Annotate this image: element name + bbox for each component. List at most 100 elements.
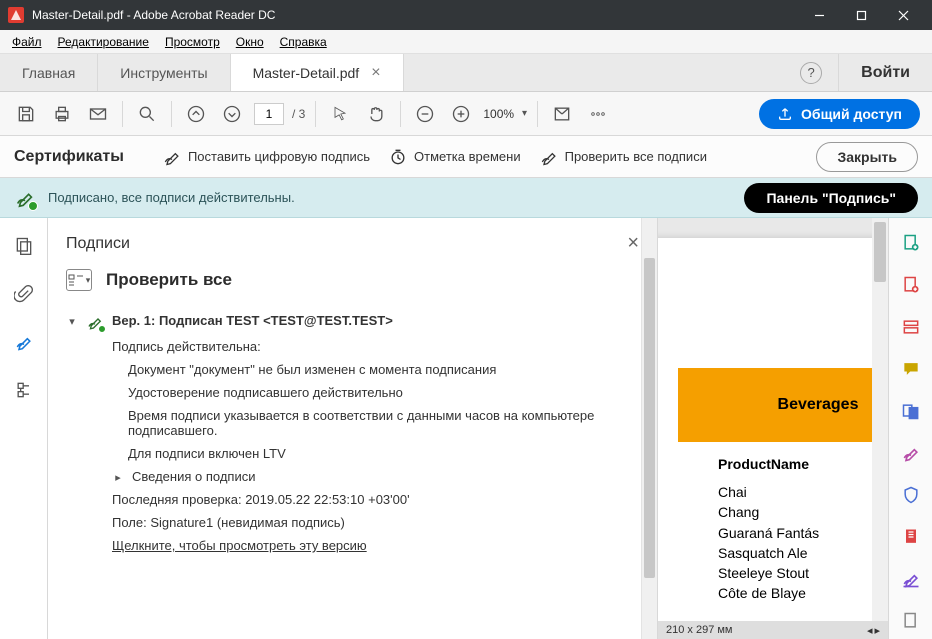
more-tools-icon[interactable] <box>900 610 922 632</box>
minimize-button[interactable] <box>798 0 840 30</box>
email-icon[interactable] <box>84 100 112 128</box>
view-mode-icon[interactable] <box>548 100 576 128</box>
right-tools-rail <box>888 218 932 639</box>
certificates-bar: Сертификаты Поставить цифровую подпись О… <box>0 136 932 178</box>
page-size-label: 210 x 297 мм <box>666 624 733 636</box>
compress-icon[interactable] <box>900 526 922 548</box>
tab-document[interactable]: Master-Detail.pdf × <box>231 54 404 91</box>
list-item: Sasquatch Ale <box>718 543 888 563</box>
comment-icon[interactable] <box>900 358 922 380</box>
category-header: Beverages <box>678 368 888 442</box>
zoom-level[interactable]: 100% <box>483 107 514 121</box>
certificates-title: Сертификаты <box>14 148 124 166</box>
create-pdf-icon[interactable] <box>900 232 922 254</box>
more-icon[interactable] <box>584 100 612 128</box>
signature-status-bar: Подписано, все подписи действительны. Па… <box>0 178 932 218</box>
verify-all-button[interactable]: Проверить все подписи <box>539 147 707 167</box>
scroll-left-icon[interactable]: ◂ <box>867 624 873 637</box>
zoom-out-icon[interactable] <box>411 100 439 128</box>
signatures-panel: Подписи × ▾ Проверить все ▾ Вер. 1: Подп… <box>48 218 658 639</box>
list-item: Steeleye Stout <box>718 563 888 583</box>
list-item: Chang <box>718 502 888 522</box>
maximize-button[interactable] <box>840 0 882 30</box>
signature-tree: ▾ Вер. 1: Подписан TEST <TEST@TEST.TEST>… <box>48 309 657 639</box>
share-button[interactable]: Общий доступ <box>759 99 920 129</box>
signature-valid-label: Подпись действительна: <box>112 339 261 354</box>
signature-details-label[interactable]: Сведения о подписи <box>132 469 255 484</box>
signature-valid-small-icon <box>86 313 104 331</box>
timestamp-button[interactable]: Отметка времени <box>388 147 521 167</box>
menu-window[interactable]: Окно <box>230 33 270 51</box>
digital-sign-button[interactable]: Поставить цифровую подпись <box>162 147 370 167</box>
signature-version-label[interactable]: Вер. 1: Подписан TEST <TEST@TEST.TEST> <box>112 313 393 328</box>
export-pdf-icon[interactable] <box>900 316 922 338</box>
product-list: Chai Chang Guaraná Fantás Sasquatch Ale … <box>658 482 888 604</box>
sig-detail-1: Документ "документ" не был изменен с мом… <box>128 362 496 377</box>
pdf-page: Beverages ProductName Chai Chang Guaraná… <box>658 238 888 639</box>
help-icon[interactable]: ? <box>800 62 822 84</box>
sig-detail-2: Удостоверение подписавшего действительно <box>128 385 403 400</box>
tab-tools[interactable]: Инструменты <box>98 54 230 91</box>
search-icon[interactable] <box>133 100 161 128</box>
body: Подписи × ▾ Проверить все ▾ Вер. 1: Подп… <box>0 218 932 639</box>
bookmarks-icon[interactable] <box>12 378 36 402</box>
last-check-label: Последняя проверка: 2019.05.22 22:53:10 … <box>112 492 410 507</box>
page-total: / 3 <box>292 107 305 121</box>
page-input[interactable] <box>254 103 284 125</box>
sig-detail-4: Для подписи включен LTV <box>128 446 286 461</box>
status-bar: 210 x 297 мм ◂▸ <box>658 621 888 639</box>
signatures-panel-close-icon[interactable]: × <box>627 232 639 255</box>
save-icon[interactable] <box>12 100 40 128</box>
signature-panel-button[interactable]: Панель "Подпись" <box>744 183 918 213</box>
signatures-options-icon[interactable]: ▾ <box>66 269 92 291</box>
window-title: Master-Detail.pdf - Adobe Acrobat Reader… <box>32 8 798 22</box>
zoom-in-icon[interactable] <box>447 100 475 128</box>
menu-file[interactable]: Файл <box>6 33 48 51</box>
acrobat-icon <box>8 7 24 23</box>
document-scrollbar[interactable] <box>872 218 888 621</box>
page-up-icon[interactable] <box>182 100 210 128</box>
panel-scrollbar[interactable] <box>641 218 657 639</box>
combine-icon[interactable] <box>900 400 922 422</box>
list-item: Guaraná Fantás <box>718 523 888 543</box>
list-item: Côte de Blaye <box>718 583 888 603</box>
signatures-panel-title: Подписи <box>66 235 130 253</box>
edit-pdf-icon[interactable] <box>900 274 922 296</box>
pointer-icon[interactable] <box>326 100 354 128</box>
menu-edit[interactable]: Редактирование <box>52 33 155 51</box>
print-icon[interactable] <box>48 100 76 128</box>
signature-valid-icon <box>14 187 36 209</box>
list-item: Chai <box>718 482 888 502</box>
signature-field-label: Поле: Signature1 (невидимая подпись) <box>112 515 345 530</box>
pages-thumbnails-icon[interactable] <box>12 234 36 258</box>
menu-bar: Файл Редактирование Просмотр Окно Справк… <box>0 30 932 54</box>
signatures-icon[interactable] <box>12 330 36 354</box>
fill-sign-icon[interactable] <box>900 568 922 590</box>
scroll-right-icon[interactable]: ▸ <box>874 624 880 637</box>
certificates-close-button[interactable]: Закрыть <box>816 142 918 172</box>
attachments-icon[interactable] <box>12 282 36 306</box>
signature-status-text: Подписано, все подписи действительны. <box>48 190 295 205</box>
menu-view[interactable]: Просмотр <box>159 33 226 51</box>
column-header: ProductName <box>658 442 888 482</box>
sign-icon[interactable] <box>900 442 922 464</box>
tab-close-icon[interactable]: × <box>371 64 380 82</box>
chevron-right-icon[interactable]: ▸ <box>112 469 124 484</box>
hand-icon[interactable] <box>362 100 390 128</box>
chevron-down-icon[interactable]: ▾ <box>66 313 78 328</box>
close-button[interactable] <box>882 0 924 30</box>
tab-home[interactable]: Главная <box>0 54 98 91</box>
left-nav-rail <box>0 218 48 639</box>
verify-all-label[interactable]: Проверить все <box>106 270 232 290</box>
title-bar: Master-Detail.pdf - Adobe Acrobat Reader… <box>0 0 932 30</box>
main-toolbar: / 3 100% ▾ Общий доступ <box>0 92 932 136</box>
menu-help[interactable]: Справка <box>274 33 333 51</box>
sig-detail-3: Время подписи указывается в соответствии… <box>128 408 638 438</box>
login-button[interactable]: Войти <box>838 54 932 91</box>
zoom-dropdown-icon[interactable]: ▾ <box>522 108 527 119</box>
protect-icon[interactable] <box>900 484 922 506</box>
document-tabs: Главная Инструменты Master-Detail.pdf × … <box>0 54 932 92</box>
document-view[interactable]: Beverages ProductName Chai Chang Guaraná… <box>658 218 888 639</box>
view-version-link[interactable]: Щелкните, чтобы просмотреть эту версию <box>112 538 367 553</box>
page-down-icon[interactable] <box>218 100 246 128</box>
